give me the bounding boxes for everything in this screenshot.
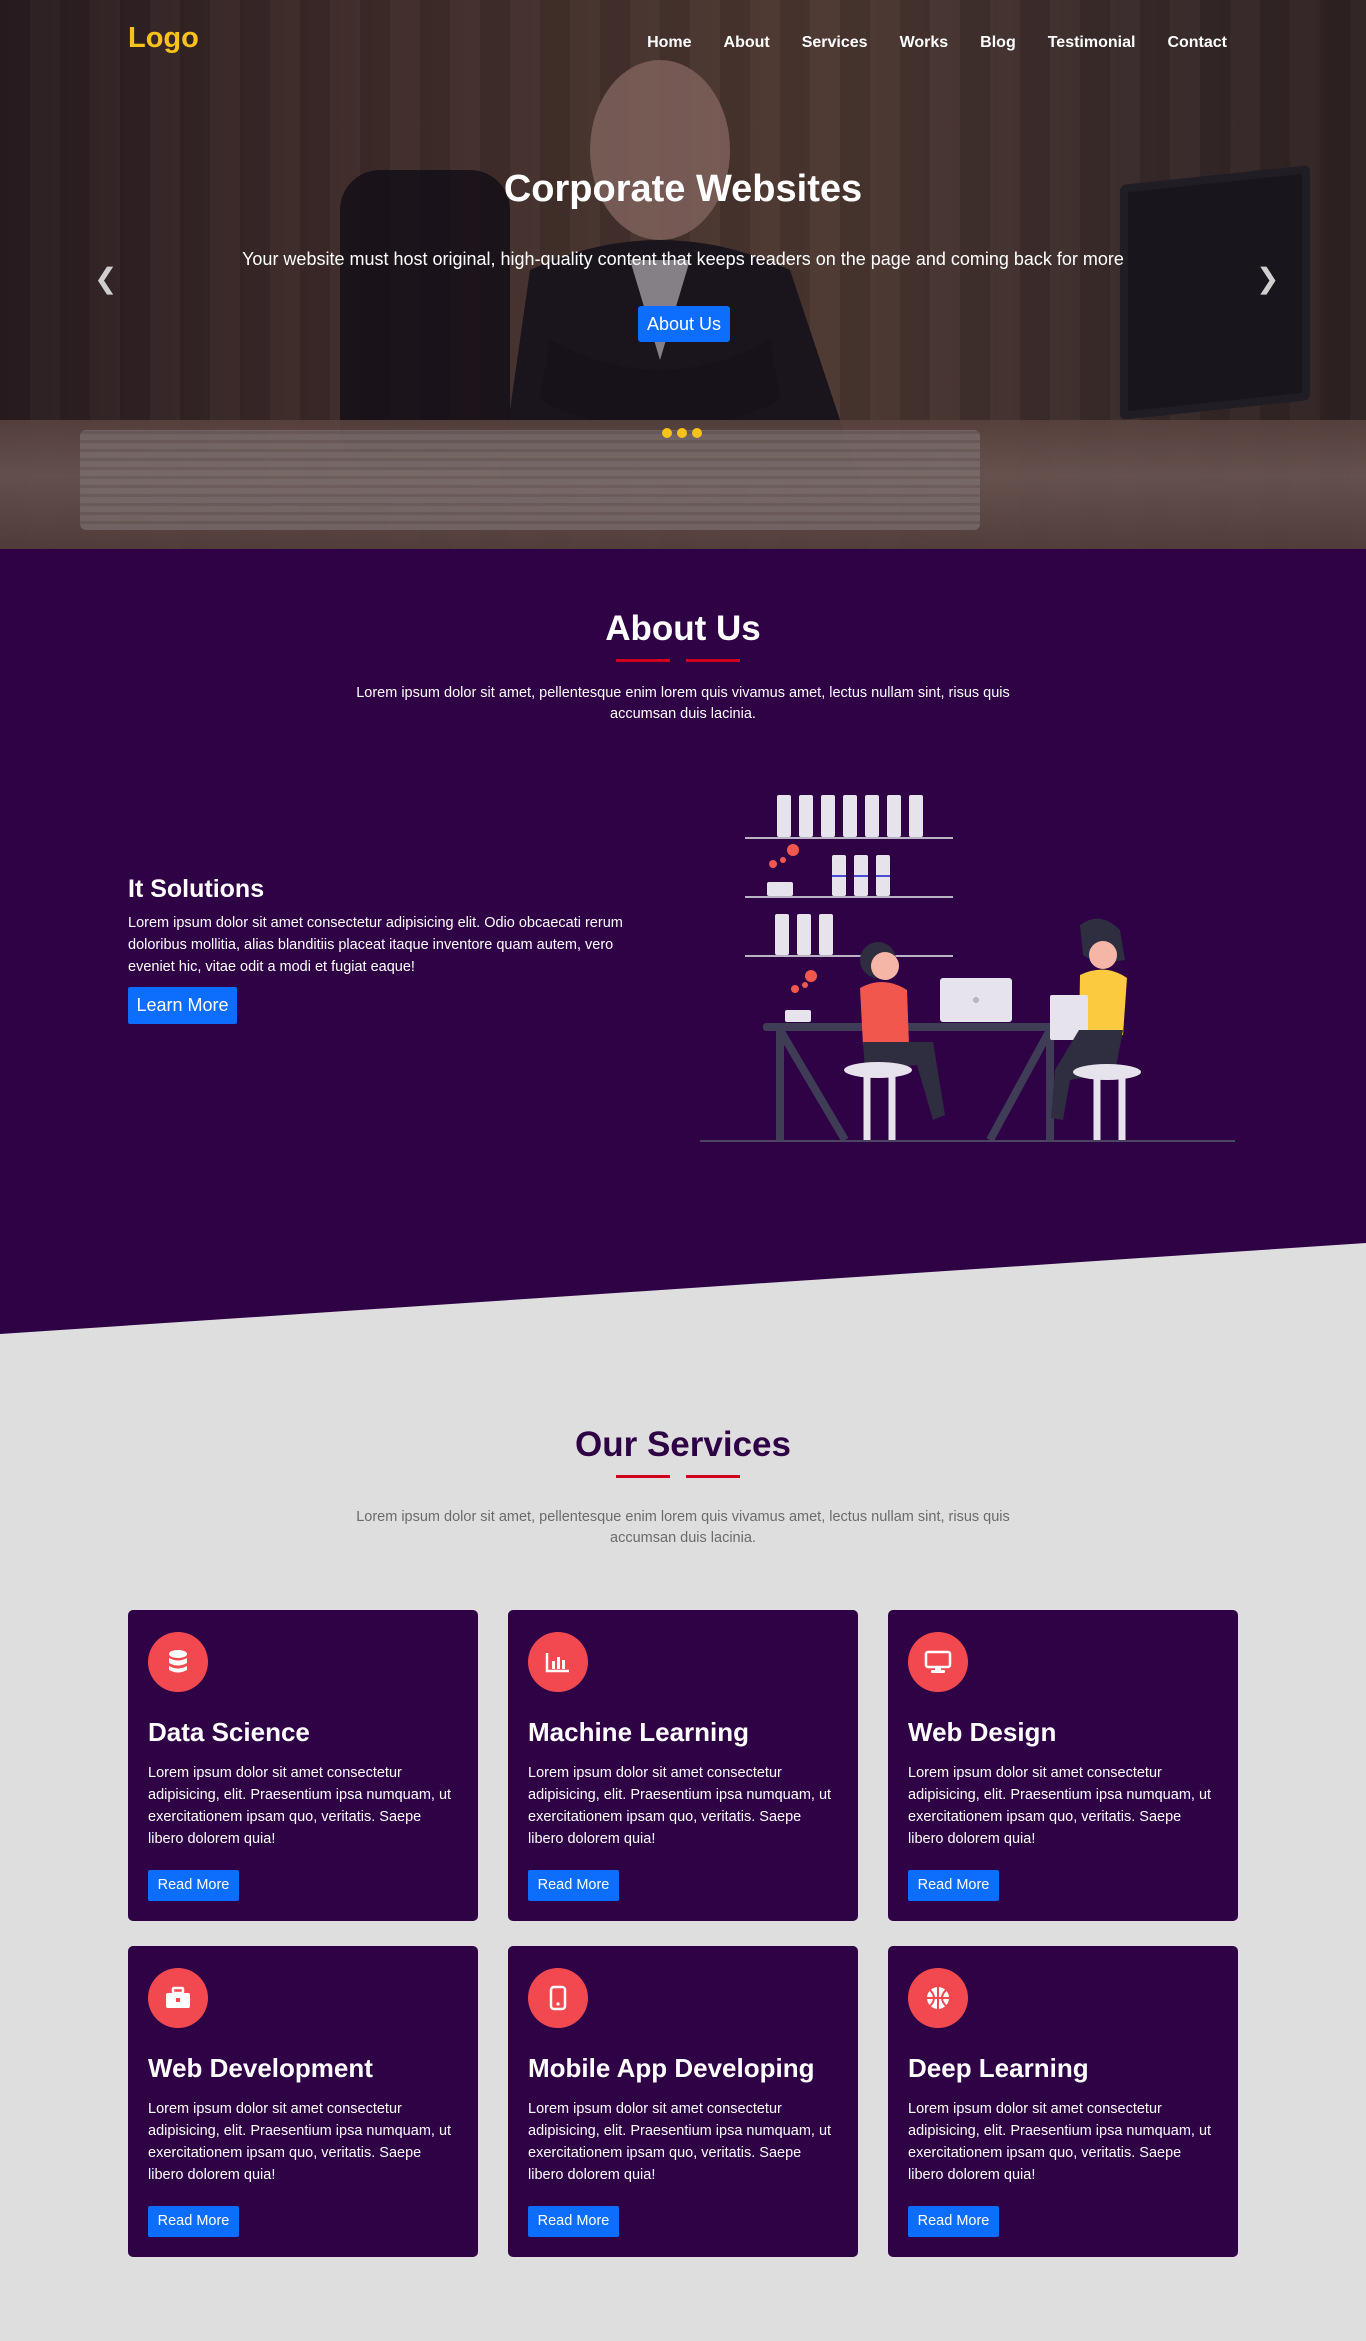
feature-text: Lorem ipsum dolor sit amet consectetur a… xyxy=(128,915,623,975)
service-card-text: Lorem ipsum dolor sit amet consectetur a… xyxy=(528,2101,832,2183)
nav-works[interactable]: Works xyxy=(900,34,949,52)
services-description: Lorem ipsum dolor sit amet, pellentesque… xyxy=(356,1509,1010,1546)
about-description: Lorem ipsum dolor sit amet, pellentesque… xyxy=(356,685,1010,722)
read-more-button[interactable]: Read More xyxy=(528,1870,619,1901)
nav-menu: Home About Services Works Blog Testimoni… xyxy=(615,34,1227,52)
service-card-text: Lorem ipsum dolor sit amet consectetur a… xyxy=(908,2101,1212,2183)
service-card-web-development: Web Development Lorem ipsum dolor sit am… xyxy=(128,1946,478,2257)
nav-contact[interactable]: Contact xyxy=(1167,34,1227,52)
carousel-prev-icon[interactable]: ❮ xyxy=(94,262,117,295)
learn-more-button[interactable]: Learn More xyxy=(128,987,237,1024)
service-card-title: Data Science xyxy=(148,1717,310,1747)
hero-overlay xyxy=(0,0,1366,549)
hero-subtitle: Your website must host original, high-qu… xyxy=(242,249,1124,269)
briefcase-icon xyxy=(148,1968,208,2028)
service-card-title: Deep Learning xyxy=(908,2053,1089,2083)
service-card-text: Lorem ipsum dolor sit amet consectetur a… xyxy=(908,1765,1212,1847)
service-card-data-science: Data Science Lorem ipsum dolor sit amet … xyxy=(128,1610,478,1921)
nav-services[interactable]: Services xyxy=(802,34,868,52)
logo[interactable]: Logo xyxy=(128,22,199,55)
service-card-text: Lorem ipsum dolor sit amet consectetur a… xyxy=(148,2101,452,2183)
desktop-icon xyxy=(908,1632,968,1692)
service-card-title: Machine Learning xyxy=(528,1717,750,1747)
carousel-dot[interactable] xyxy=(662,428,672,438)
service-card-title: Mobile App Developing xyxy=(528,2053,815,2083)
carousel-next-icon[interactable]: ❯ xyxy=(1256,262,1279,295)
read-more-button[interactable]: Read More xyxy=(148,1870,239,1901)
carousel-indicators xyxy=(662,428,702,438)
carousel-dot[interactable] xyxy=(692,428,702,438)
hero-title: Corporate Websites xyxy=(503,168,863,210)
read-more-button[interactable]: Read More xyxy=(908,1870,999,1901)
read-more-button[interactable]: Read More xyxy=(908,2206,999,2237)
service-card-deep-learning: Deep Learning Lorem ipsum dolor sit amet… xyxy=(888,1946,1238,2257)
service-card-title: Web Development xyxy=(148,2053,373,2083)
mobile-icon xyxy=(528,1968,588,2028)
nav-blog[interactable]: Blog xyxy=(980,34,1016,52)
carousel-dot[interactable] xyxy=(677,428,687,438)
feature-title: It Solutions xyxy=(128,875,265,903)
about-title-underline xyxy=(616,659,746,662)
hero-about-button[interactable]: About Us xyxy=(638,306,730,342)
service-card-machine-learning: Machine Learning Lorem ipsum dolor sit a… xyxy=(508,1610,858,1921)
about-title: About Us xyxy=(605,609,761,648)
nav-about[interactable]: About xyxy=(724,34,770,52)
database-icon xyxy=(148,1632,208,1692)
basketball-icon xyxy=(908,1968,968,2028)
services-title: Our Services xyxy=(575,1425,791,1464)
read-more-button[interactable]: Read More xyxy=(528,2206,619,2237)
service-card-text: Lorem ipsum dolor sit amet consectetur a… xyxy=(528,1765,832,1847)
nav-home[interactable]: Home xyxy=(647,34,691,52)
read-more-button[interactable]: Read More xyxy=(148,2206,239,2237)
services-title-underline xyxy=(616,1475,746,1478)
navbar: Logo Home About Services Works Blog Test… xyxy=(0,0,1366,80)
service-card-web-design: Web Design Lorem ipsum dolor sit amet co… xyxy=(888,1610,1238,1921)
office-illustration xyxy=(700,795,1235,1143)
hero-carousel: Logo Home About Services Works Blog Test… xyxy=(0,0,1366,549)
service-card-title: Web Design xyxy=(908,1717,1057,1747)
chart-bar-icon xyxy=(528,1632,588,1692)
service-card-text: Lorem ipsum dolor sit amet consectetur a… xyxy=(148,1765,452,1847)
service-card-mobile-app: Mobile App Developing Lorem ipsum dolor … xyxy=(508,1946,858,2257)
nav-testimonial[interactable]: Testimonial xyxy=(1048,34,1136,52)
